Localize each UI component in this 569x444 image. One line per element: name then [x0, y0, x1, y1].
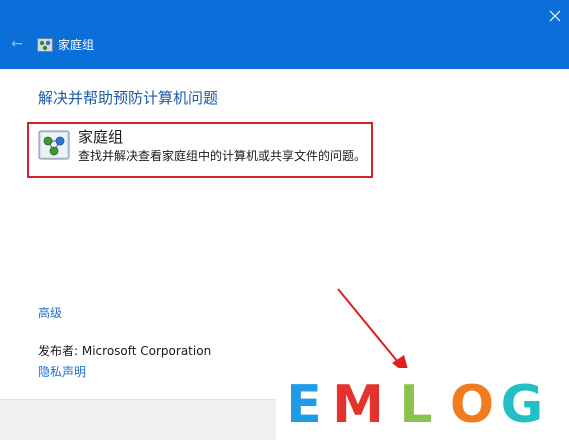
back-arrow-icon[interactable]: ←: [9, 36, 25, 52]
homegroup-icon[interactable]: [38, 130, 70, 160]
logo-letter: M: [332, 375, 384, 435]
publisher-text: 发布者: Microsoft Corporation: [38, 344, 212, 358]
troubleshooter-description: 查找并解决查看家庭组中的计算机或共享文件的问题。: [78, 149, 367, 163]
logo-letter: G: [501, 375, 544, 435]
logo-letter: E: [286, 375, 322, 435]
privacy-link[interactable]: 隐私声明: [38, 364, 86, 380]
watermark: EMLOG: [276, 368, 569, 440]
arrow-annotation: [337, 288, 410, 377]
window-title: 家庭组: [58, 38, 95, 52]
page-heading: 解决并帮助预防计算机问题: [38, 89, 219, 107]
title-bar: ← 家庭组: [0, 0, 569, 69]
logo-letter: L: [399, 375, 432, 435]
homegroup-icon: [37, 38, 53, 52]
advanced-link[interactable]: 高级: [38, 305, 62, 321]
logo-letter: O: [450, 375, 494, 435]
close-icon[interactable]: [545, 6, 565, 26]
troubleshooter-title[interactable]: 家庭组: [78, 127, 123, 147]
emlog-logo: EMLOG: [286, 375, 544, 435]
